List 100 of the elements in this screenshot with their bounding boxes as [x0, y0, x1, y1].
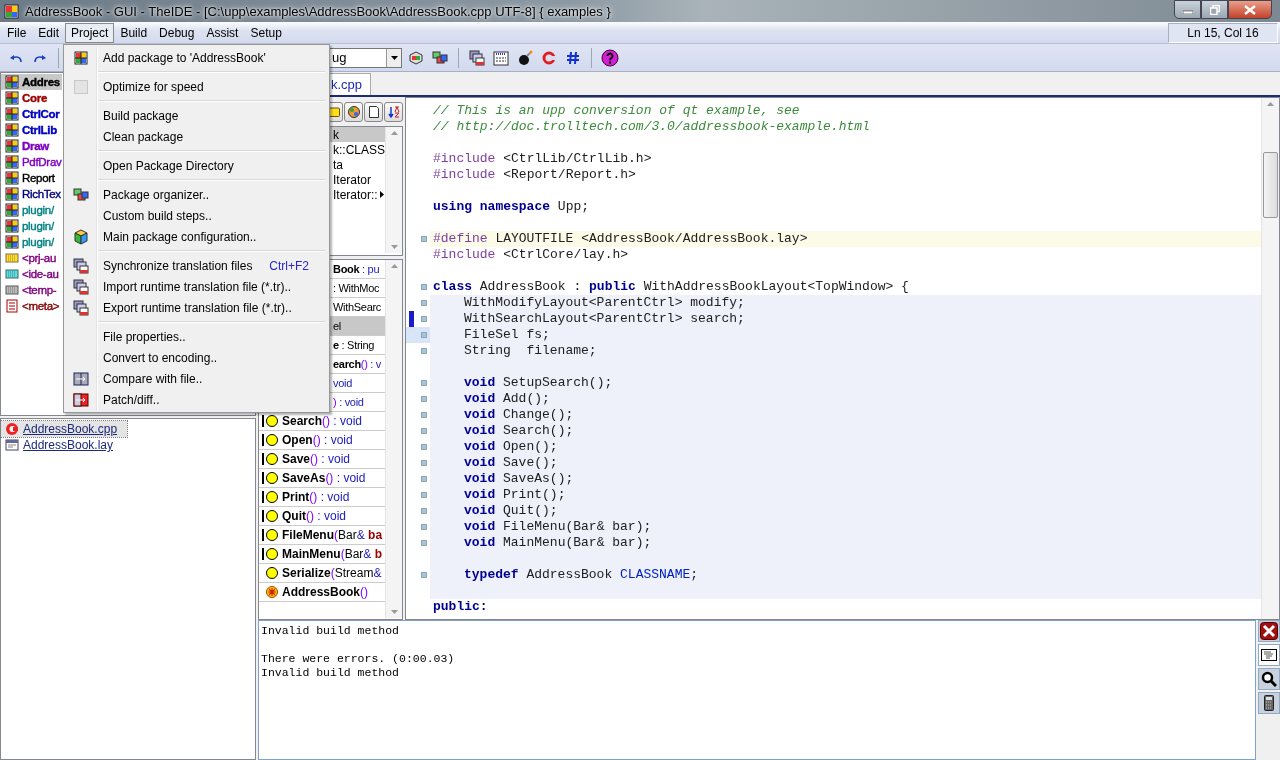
member-item[interactable]: Open() : void — [259, 431, 385, 450]
translation-button[interactable] — [467, 47, 487, 68]
find-tool-button[interactable] — [1258, 668, 1280, 690]
packages-icon — [432, 49, 448, 66]
code-line: public: — [432, 599, 489, 615]
menu-item[interactable]: Debug — [153, 22, 201, 43]
close-icon — [1244, 4, 1256, 15]
package-item[interactable]: CtrlLib — [1, 122, 59, 138]
c-circle-icon — [542, 50, 556, 65]
menu-item[interactable]: Export runtime translation file (*.tr).. — [66, 297, 327, 318]
member-item[interactable]: AddressBook() — [259, 583, 385, 602]
menu-item[interactable]: Clean package — [66, 126, 327, 147]
package-item[interactable]: Core — [1, 90, 49, 106]
code-line: using namespace Upp; — [432, 199, 591, 215]
menu-item[interactable]: Project — [65, 22, 115, 43]
scrollbar[interactable] — [385, 127, 402, 253]
menu-item[interactable]: Open Package Directory — [66, 155, 327, 176]
package-icon — [5, 75, 19, 89]
search-icon — [1261, 671, 1277, 687]
output-tool-button[interactable] — [1258, 644, 1280, 666]
scroll-thumb[interactable] — [1263, 152, 1278, 218]
package-icon — [5, 155, 19, 169]
menu-item[interactable]: Assist — [200, 22, 245, 43]
scrollbar[interactable] — [385, 260, 402, 618]
member-item[interactable]: Quit() : void — [259, 507, 385, 526]
source-file-entry[interactable]: AddressBook.cpp — [1, 421, 127, 437]
compare-icon — [73, 370, 89, 387]
build-method-combo[interactable]: ug — [329, 47, 402, 68]
member-item[interactable]: FileMenu(Bar& ba — [259, 526, 385, 545]
restore-icon — [1209, 4, 1220, 15]
package-item[interactable]: plugin/ — [1, 234, 56, 250]
output-icon — [1261, 649, 1277, 661]
patch-icon — [73, 391, 89, 408]
package-icon — [5, 171, 19, 185]
cursor-position: Ln 15, Col 16 — [1168, 22, 1278, 43]
help-icon — [601, 48, 619, 67]
nest-icon — [5, 251, 19, 265]
c-file-icon — [5, 422, 19, 436]
minimize-button[interactable] — [1174, 0, 1201, 19]
package-icon — [5, 203, 19, 217]
menu-item[interactable]: File properties.. — [66, 326, 327, 347]
package-item[interactable]: <meta> — [1, 298, 62, 314]
package-item[interactable]: PdfDrav — [1, 154, 64, 170]
member-item[interactable]: SaveAs() : void — [259, 469, 385, 488]
close-tool-button[interactable] — [1258, 620, 1280, 642]
package-icon — [74, 50, 88, 65]
public-method-icon — [262, 490, 279, 504]
package-item[interactable]: <ide-au — [1, 266, 61, 282]
menu-item[interactable]: Custom build steps.. — [66, 205, 327, 226]
menu-item[interactable]: Add package to 'AddressBook' — [66, 47, 327, 68]
source-file-entry[interactable]: AddressBook.lay — [1, 437, 127, 453]
package-item[interactable]: <temp- — [1, 282, 59, 298]
calc-tool-button[interactable] — [1258, 692, 1280, 714]
package-icon — [5, 91, 19, 105]
window-title: AddressBook - GUI - TheIDE - [C:\upp\examples\AddressBook\AddressBook.cpp UTF-8] { examples } — [25, 3, 611, 19]
console-output: Invalid build method There were errors. (0:00.03) Invalid build method — [258, 620, 1256, 760]
package-item[interactable]: Draw — [1, 138, 51, 154]
bomb-icon — [517, 49, 533, 66]
member-item[interactable]: Print() : void — [259, 488, 385, 507]
package-item[interactable]: Addres — [1, 74, 62, 90]
nest-icon — [5, 283, 19, 297]
public-method-icon — [262, 452, 279, 466]
scroll-up-icon — [390, 131, 398, 135]
menu-item[interactable]: Edit — [32, 22, 66, 43]
file-filter-button[interactable] — [364, 102, 383, 122]
shortcut-label: Ctrl+F2 — [269, 258, 309, 273]
checkbox[interactable] — [74, 79, 88, 94]
menu-item[interactable]: Setup — [244, 22, 288, 43]
sort-button[interactable] — [384, 102, 403, 122]
code-line: // This is an upp conversion of qt example, see — [432, 103, 801, 119]
scroll-up-icon — [1267, 102, 1274, 106]
menu-item[interactable]: Patch/diff.. — [66, 389, 327, 410]
menu-item[interactable]: Synchronize translation files Ctrl+F2 — [66, 255, 327, 276]
menu-item[interactable]: Main package configuration.. — [66, 226, 327, 247]
package-item[interactable]: plugin/ — [1, 202, 56, 218]
menu-item[interactable]: Compare with file.. — [66, 368, 327, 389]
package-item[interactable]: CtrlCor — [1, 106, 62, 122]
menu-item[interactable]: Import runtime translation file (*.tr).. — [66, 276, 327, 297]
code-line: class AddressBook : public WithAddressBookLayout<TopWindow> { — [432, 279, 910, 295]
menu-item[interactable]: Convert to encoding.. — [66, 347, 327, 368]
undo-icon — [9, 52, 23, 63]
menu-item[interactable]: Optimize for speed — [66, 76, 327, 97]
menu-item[interactable]: Build — [114, 22, 154, 43]
menu-item[interactable]: File — [1, 22, 33, 43]
menu-item[interactable]: Build package — [66, 105, 327, 126]
package-item[interactable]: <prj-au — [1, 250, 59, 266]
package-item[interactable]: RichTex — [1, 186, 63, 202]
help-button[interactable] — [600, 47, 620, 68]
member-item[interactable]: Save() : void — [259, 450, 385, 469]
maximize-button[interactable] — [1201, 0, 1228, 19]
member-item[interactable]: MainMenu(Bar& b — [259, 545, 385, 564]
member-item[interactable]: Serialize(Stream& — [259, 564, 385, 583]
package-item[interactable]: plugin/ — [1, 218, 56, 234]
scroll-down-icon — [390, 610, 398, 614]
scrollbar[interactable] — [1261, 98, 1279, 619]
package-icon — [5, 219, 19, 233]
close-icon — [1260, 622, 1278, 640]
close-button[interactable] — [1228, 0, 1272, 19]
package-filter-button[interactable] — [344, 102, 363, 122]
package-item[interactable]: Report — [1, 170, 57, 186]
